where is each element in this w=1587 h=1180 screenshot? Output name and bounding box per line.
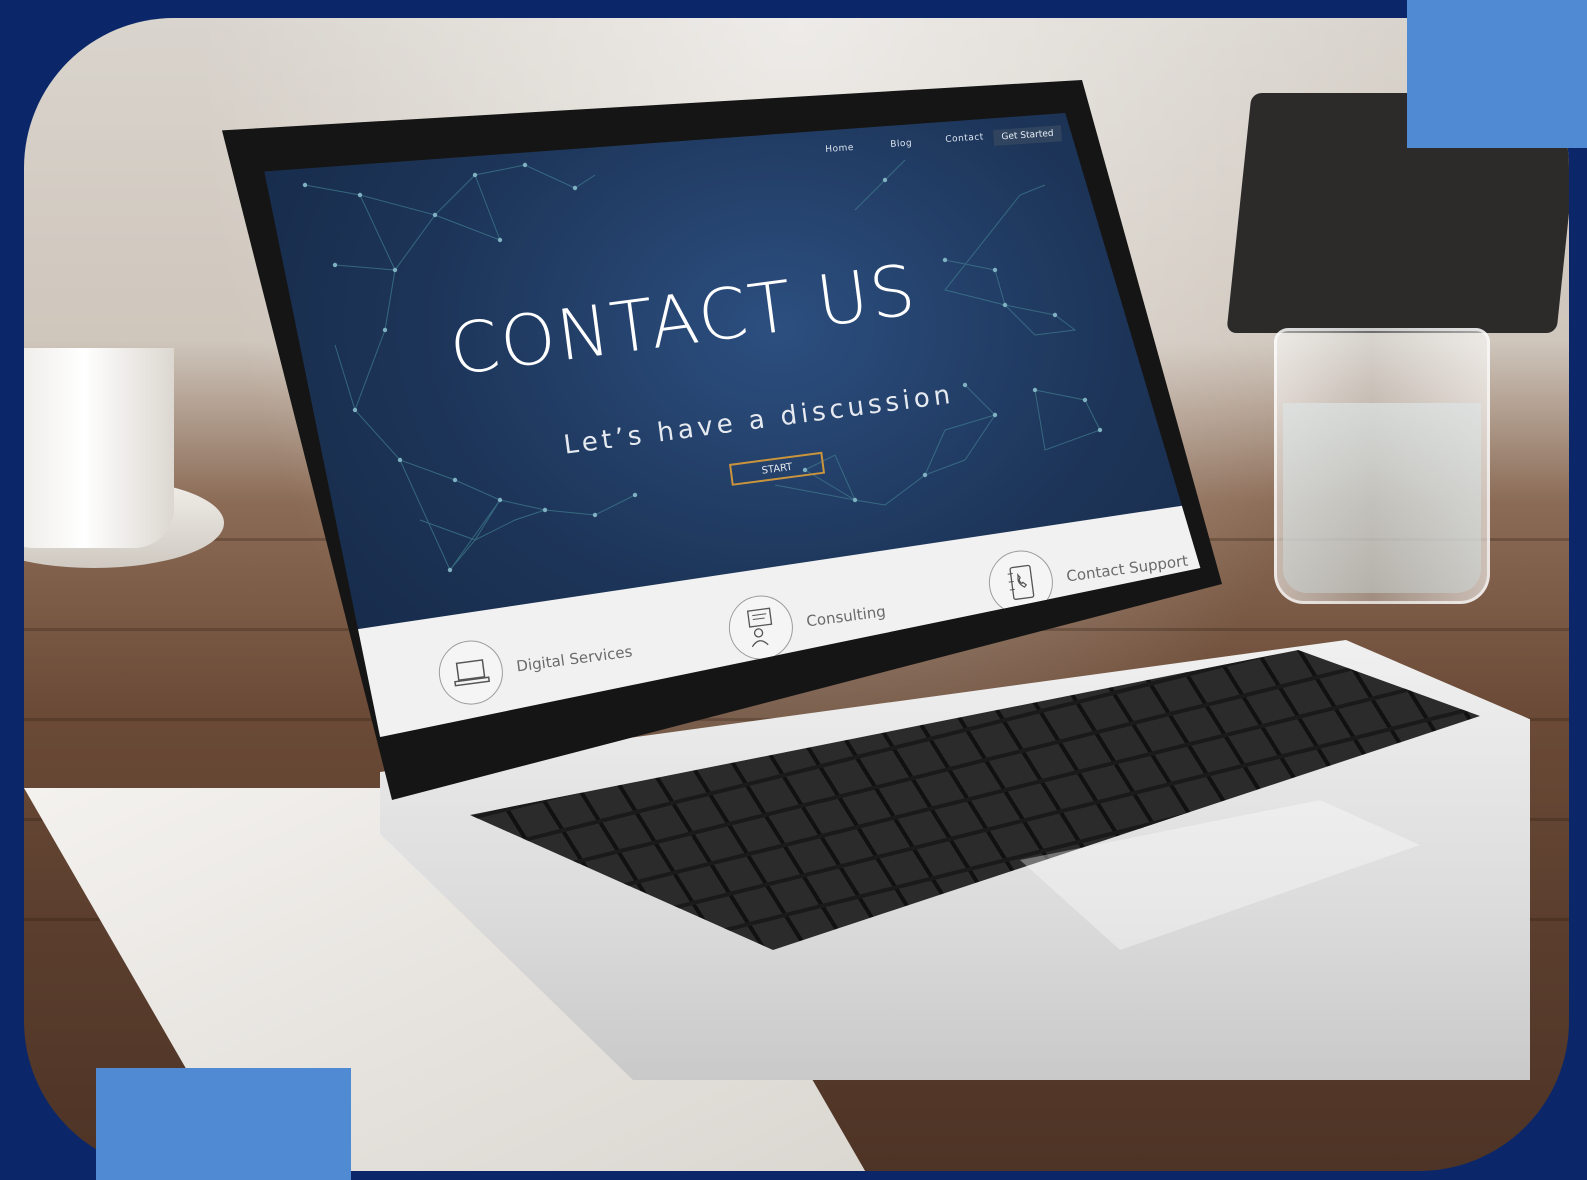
water-glass [1274, 328, 1490, 604]
nav-blog-link[interactable]: Blog [890, 138, 913, 150]
service-label: Digital Services [515, 642, 634, 676]
presentation-icon [725, 591, 797, 664]
accent-block-top-right [1407, 0, 1587, 148]
service-label: Consulting [805, 602, 887, 631]
nav-home-link[interactable]: Home [825, 143, 854, 155]
coffee-cup [24, 348, 174, 548]
laptop-icon [435, 636, 507, 709]
accent-block-bottom-left [96, 1068, 351, 1180]
